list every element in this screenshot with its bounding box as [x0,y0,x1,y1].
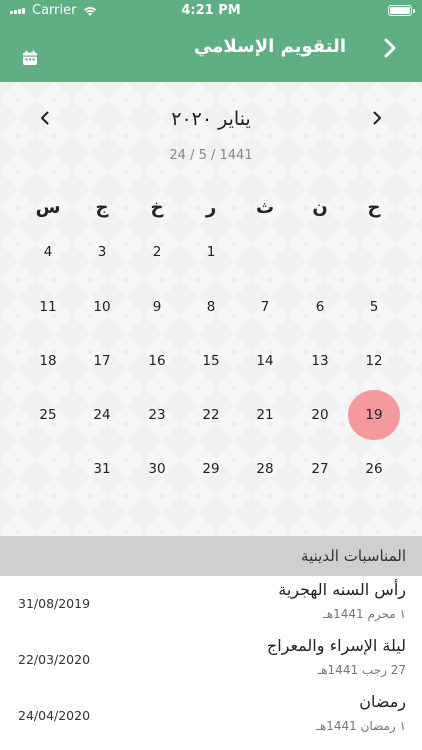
list-item[interactable]: رأس السنه الهجرية ١ محرم 1441هـ 31/08/20… [0,576,422,632]
weekday-label: ح [367,197,381,218]
calendar-day[interactable]: 30 [137,458,177,480]
calendar-day[interactable]: 9 [137,296,177,318]
calendar-day[interactable]: 29 [191,458,231,480]
chevron-right-icon[interactable] [380,38,400,58]
calendar-day[interactable]: 21 [245,404,285,426]
battery-icon [388,5,415,16]
event-hijri-date: ١ محرم 1441هـ [323,607,406,621]
list-item[interactable]: ليلة الإسراء والمعراج 27 رجب 1441هـ 22/0… [0,632,422,688]
calendar-day[interactable]: 3 [82,241,122,263]
calendar-day[interactable]: 23 [137,404,177,426]
calendar-day[interactable]: 25 [28,404,68,426]
calendar-day[interactable]: 12 [354,350,394,372]
calendar-day[interactable]: 28 [245,458,285,480]
weekday-label: ج [95,197,109,218]
calendar-day[interactable]: 8 [191,296,231,318]
calendar-day[interactable]: 13 [300,350,340,372]
event-hijri-date: ١ رمضان 1441هـ [316,719,406,733]
page-title: التقويم الإسلامي [194,36,346,57]
calendar-day[interactable]: 20 [300,404,340,426]
calendar-day[interactable]: 27 [300,458,340,480]
calendar-day[interactable]: 22 [191,404,231,426]
calendar-day[interactable]: 18 [28,350,68,372]
calendar-day[interactable]: 1 [191,241,231,263]
hijri-date: 24 / 5 / 1441 [169,148,253,163]
event-title: ليلة الإسراء والمعراج [266,636,406,655]
list-item[interactable]: رمضان ١ رمضان 1441هـ 24/04/2020 [0,688,422,744]
calendar-day[interactable]: 10 [82,296,122,318]
event-title: رأس السنه الهجرية [278,580,406,599]
calendar-day[interactable]: 4 [28,241,68,263]
weekday-label: ث [255,197,275,218]
calendar-day[interactable]: 17 [82,350,122,372]
event-title: رمضان [359,692,406,711]
calendar-day[interactable]: 11 [28,296,68,318]
calendar-day[interactable]: 14 [245,350,285,372]
calendar-day-selected[interactable]: 19 [348,390,400,440]
event-gregorian-date: 31/08/2019 [18,596,91,611]
month-title: يناير ٢٠٢٠ [171,108,251,130]
event-gregorian-date: 22/03/2020 [18,652,91,667]
weekday-label: خ [150,197,164,218]
event-gregorian-date: 24/04/2020 [18,708,91,723]
calendar-day[interactable]: 7 [245,296,285,318]
calendar-day[interactable]: 24 [82,404,122,426]
status-time: 4:21 PM [181,3,241,18]
chevron-right-icon[interactable] [370,111,384,125]
weekday-label: ن [312,197,328,218]
calendar-day[interactable]: 15 [191,350,231,372]
events-section-header: المناسبات الدينية [0,536,422,576]
calendar-day[interactable]: 31 [82,458,122,480]
event-hijri-date: 27 رجب 1441هـ [317,663,406,677]
status-bar: Carrier 4:21 PM [0,0,422,22]
navigation-header: Carrier 4:21 PM التقويم الإسلامي [0,0,422,82]
calendar-day[interactable]: 6 [300,296,340,318]
weekday-label: ر [205,197,217,218]
calendar-day[interactable]: 2 [137,241,177,263]
weekday-label: س [35,197,61,218]
calendar-day[interactable]: 16 [137,350,177,372]
calendar-day[interactable]: 5 [354,296,394,318]
calendar-icon[interactable] [22,50,38,66]
calendar-day[interactable]: 26 [354,458,394,480]
chevron-left-icon[interactable] [38,111,52,125]
